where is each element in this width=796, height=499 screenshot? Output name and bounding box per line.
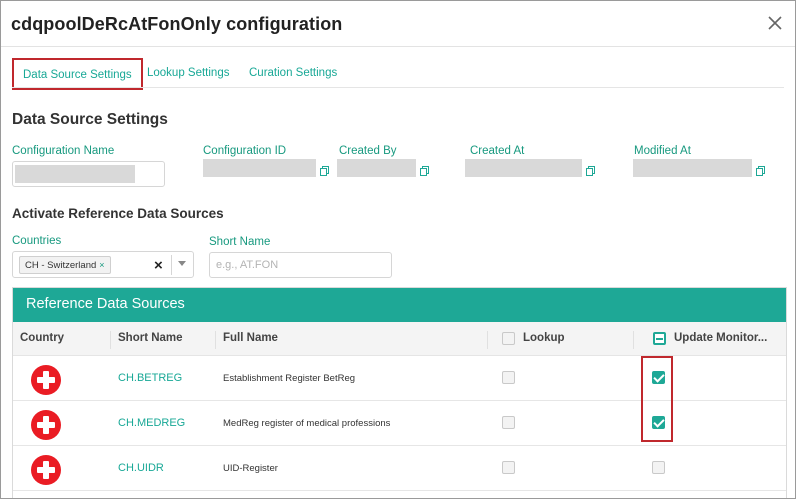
header-separator: [487, 331, 488, 349]
short-name-link[interactable]: CH.UIDR: [118, 462, 164, 474]
full-name-cell: UID-Register: [223, 463, 278, 474]
configuration-id-value: [203, 159, 316, 177]
short-name-link[interactable]: CH.BETREG: [118, 372, 182, 384]
copy-icon[interactable]: [756, 163, 765, 176]
full-name-cell: Establishment Register BetReg: [223, 373, 356, 384]
close-icon[interactable]: [765, 13, 785, 33]
select-divider: [171, 255, 172, 275]
created-by-value: [337, 159, 416, 177]
table-row: CH.UIDR UID-Register: [13, 446, 786, 491]
swiss-flag-icon: [31, 365, 61, 395]
tab-data-source-settings[interactable]: Data Source Settings: [12, 58, 143, 90]
activate-sources-title: Activate Reference Data Sources: [12, 206, 224, 221]
swiss-flag-icon: [31, 455, 61, 485]
header-separator: [110, 331, 111, 349]
header-short-name[interactable]: Short Name: [118, 332, 183, 344]
header-country[interactable]: Country: [20, 332, 64, 344]
lookup-checkbox[interactable]: [502, 461, 515, 474]
tabs-divider: [12, 87, 784, 88]
created-by-label: Created By: [339, 145, 397, 157]
short-name-label: Short Name: [209, 236, 271, 248]
chip-remove-icon[interactable]: ×: [99, 260, 104, 270]
lookup-select-all-checkbox[interactable]: [502, 332, 515, 345]
highlight-box: [641, 356, 673, 442]
dialog-title: cdqpoolDeRcAtFonOnly configuration: [11, 14, 343, 34]
full-name-cell: MedReg register of medical professions: [223, 418, 391, 429]
short-name-input[interactable]: [209, 252, 392, 278]
update-monitor-checkbox[interactable]: [652, 461, 665, 474]
countries-label: Countries: [12, 235, 62, 247]
copy-icon[interactable]: [320, 163, 329, 176]
configuration-name-input[interactable]: [12, 161, 165, 187]
modified-at-label: Modified At: [634, 145, 691, 157]
created-at-label: Created At: [470, 145, 525, 157]
swiss-flag-icon: [31, 410, 61, 440]
country-chip: CH - Switzerland ×: [19, 256, 111, 274]
header-separator: [633, 331, 634, 349]
header-separator: [215, 331, 216, 349]
copy-icon[interactable]: [420, 163, 429, 176]
configuration-name-label: Configuration Name: [12, 145, 115, 157]
update-monitor-select-all-checkbox[interactable]: [653, 332, 666, 345]
created-at-value: [465, 159, 582, 177]
table-header: Country Short Name Full Name Lookup Upda…: [13, 322, 786, 356]
tab-lookup-settings[interactable]: Lookup Settings: [147, 58, 229, 90]
countries-select[interactable]: CH - Switzerland × ×: [12, 251, 194, 278]
header-update-monitor[interactable]: Update Monitor...: [674, 332, 767, 344]
tab-curation-settings[interactable]: Curation Settings: [249, 58, 337, 90]
configuration-id-label: Configuration ID: [203, 145, 287, 157]
redacted-value: [15, 165, 135, 183]
lookup-checkbox[interactable]: [502, 416, 515, 429]
header-full-name[interactable]: Full Name: [223, 332, 278, 344]
table-title: Reference Data Sources: [13, 288, 786, 322]
dialog-header: cdqpoolDeRcAtFonOnly configuration: [1, 1, 795, 47]
header-lookup[interactable]: Lookup: [523, 332, 565, 344]
short-name-link[interactable]: CH.MEDREG: [118, 417, 185, 429]
chevron-down-icon[interactable]: [178, 261, 186, 266]
configuration-dialog: cdqpoolDeRcAtFonOnly configuration Data …: [0, 0, 796, 499]
clear-selection-icon[interactable]: ×: [154, 257, 163, 274]
country-chip-label: CH - Switzerland: [25, 260, 97, 271]
lookup-checkbox[interactable]: [502, 371, 515, 384]
section-title: Data Source Settings: [12, 111, 168, 128]
copy-icon[interactable]: [586, 163, 595, 176]
modified-at-value: [633, 159, 752, 177]
